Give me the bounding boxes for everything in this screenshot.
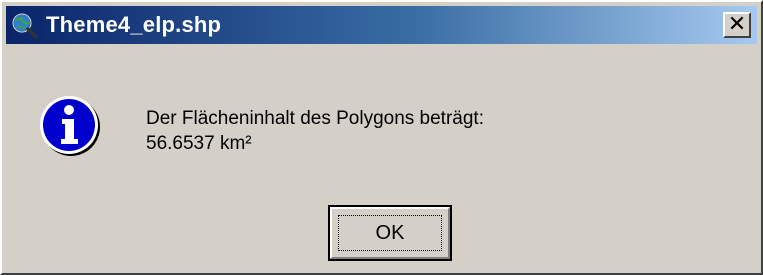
close-icon: ✕ [727,12,747,37]
title-bar[interactable]: Theme4_elp.shp ✕ [6,6,757,44]
info-icon [40,96,100,156]
ok-button[interactable]: OK [328,205,452,261]
close-button[interactable]: ✕ [723,12,751,38]
globe-magnifier-icon [12,13,38,39]
message-line-2: 56.6537 km² [146,133,252,154]
message-line-1: Der Flächeninhalt des Polygons beträgt: [146,108,484,129]
message-dialog: Theme4_elp.shp ✕ Der Flächeninhalt des P… [0,0,763,275]
ok-focus-rect: OK [338,215,442,251]
ok-button-bevel: OK [330,207,450,259]
window-title: Theme4_elp.shp [46,12,222,37]
ok-button-label: OK [375,221,405,244]
message-text: Der Flächeninhalt des Polygons beträgt: … [146,106,484,156]
